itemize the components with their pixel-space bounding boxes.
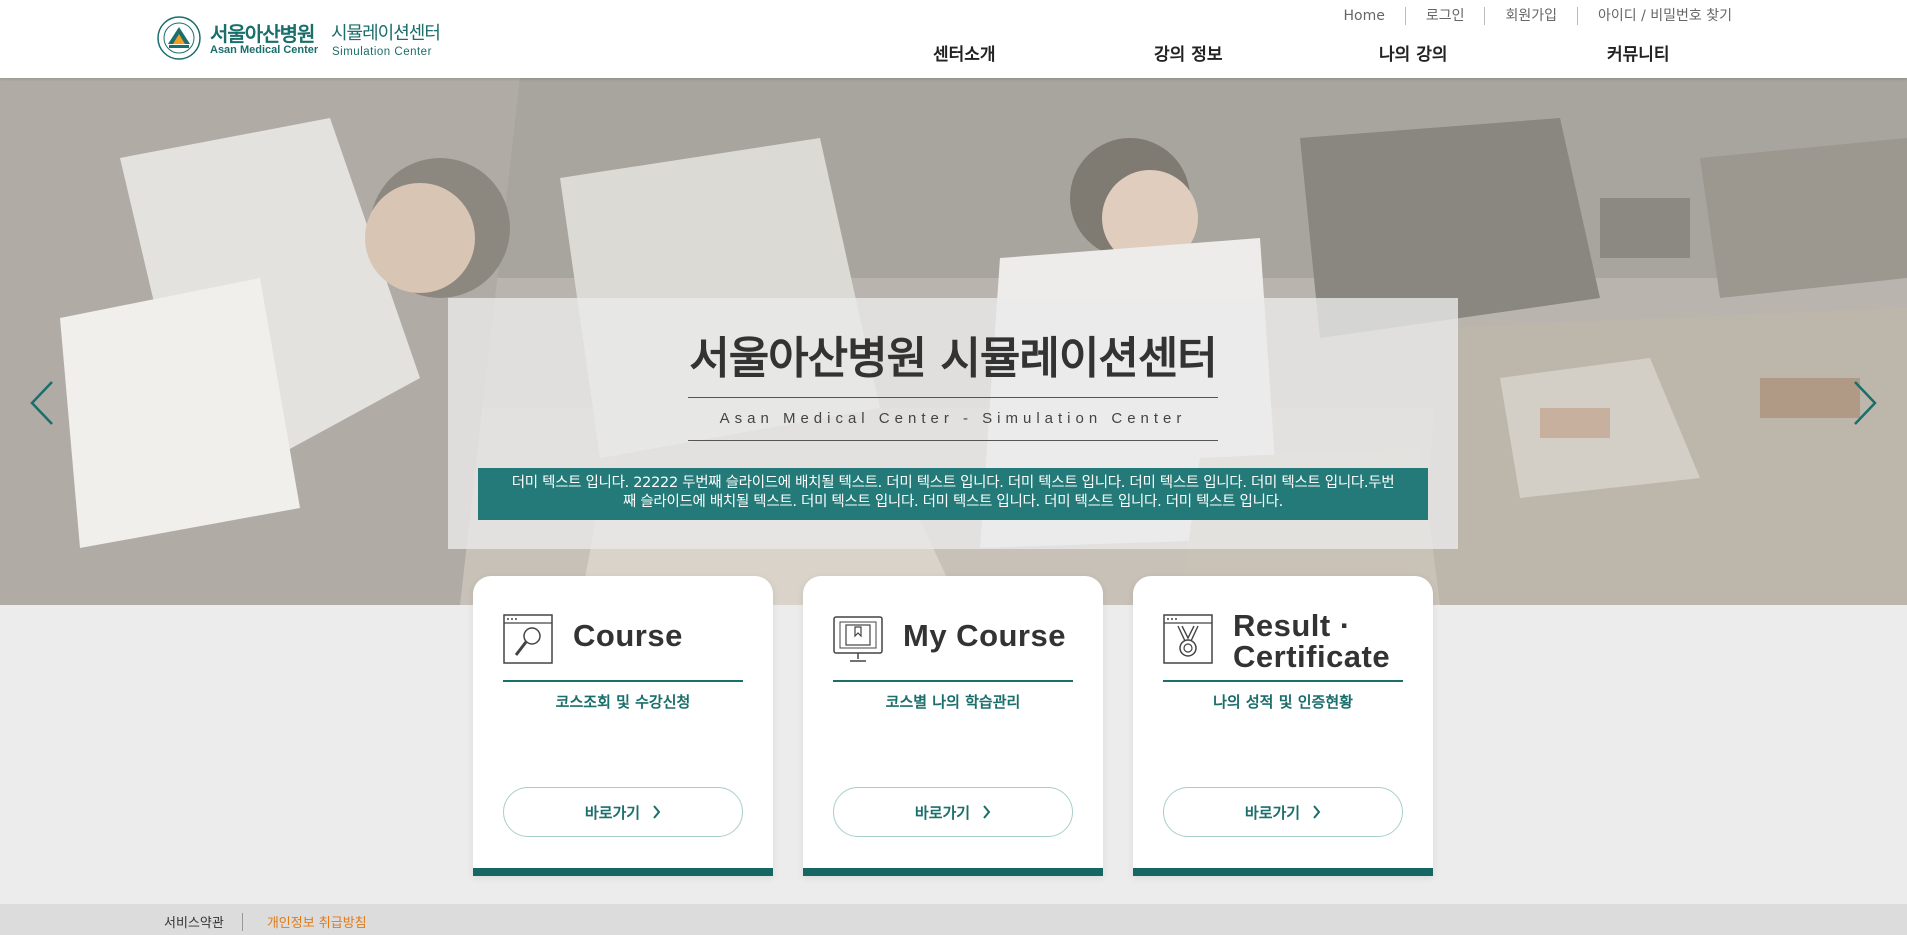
- nav-item-community[interactable]: 커뮤니티: [1607, 40, 1670, 65]
- slide-next-button[interactable]: [1849, 378, 1879, 428]
- chevron-right-icon: [1313, 805, 1321, 819]
- card-title-line: Certificate: [1233, 639, 1391, 674]
- card-subtitle: 나의 성적 및 인증현황: [1213, 693, 1353, 711]
- nav-item-my-course[interactable]: 나의 강의: [1379, 40, 1447, 65]
- magnifier-icon: [503, 614, 553, 664]
- hero-subtitle: Asan Medical Center - Simulation Center: [719, 410, 1187, 427]
- footer-links: 서비스약관 개인정보 취급방침: [164, 912, 367, 931]
- divider: [1163, 680, 1403, 682]
- medal-icon: [1163, 614, 1213, 664]
- button-label: 바로가기: [1244, 803, 1301, 822]
- privacy-policy-link[interactable]: 개인정보 취급방침: [243, 912, 367, 931]
- hospital-emblem-icon: [157, 16, 201, 60]
- divider: [688, 440, 1218, 441]
- monitor-bookmark-icon: [833, 616, 883, 662]
- divider: [833, 680, 1073, 682]
- card-accent-bar: [803, 868, 1103, 876]
- logo-center-ko: 시뮬레이션센터: [331, 23, 441, 44]
- site-footer: 서비스약관 개인정보 취급방침: [0, 904, 1907, 935]
- chevron-right-icon: [983, 805, 991, 819]
- logo-center-en: Simulation Center: [332, 46, 432, 58]
- go-result-button[interactable]: 바로가기: [1163, 787, 1403, 837]
- terms-link[interactable]: 서비스약관: [164, 912, 242, 931]
- utility-links: Home 로그인 회원가입 아이디 / 비밀번호 찾기: [1323, 6, 1732, 26]
- hero-description: 더미 텍스트 입니다. 22222 두번째 슬라이드에 배치될 텍스트. 더미 …: [478, 468, 1428, 520]
- card-course: Course 코스조회 및 수강신청 바로가기: [473, 576, 773, 876]
- site-logo[interactable]: 서울아산병원 Asan Medical Center 시뮬레이션센터 Simul…: [156, 16, 441, 60]
- card-accent-bar: [1133, 868, 1433, 876]
- button-label: 바로가기: [584, 803, 641, 822]
- hero-title: 서울아산병원 시뮬레이션센터: [689, 333, 1218, 384]
- login-link[interactable]: 로그인: [1406, 6, 1485, 26]
- card-title: Result · Certificate: [1233, 610, 1390, 672]
- divider: [503, 680, 743, 682]
- card-title: Course: [573, 618, 683, 653]
- hero-slider: 서울아산병원 시뮬레이션센터 Asan Medical Center - Sim…: [0, 78, 1907, 605]
- site-header: 서울아산병원 Asan Medical Center 시뮬레이션센터 Simul…: [0, 0, 1907, 78]
- logo-name-en: Asan Medical Center: [210, 44, 319, 56]
- card-result-certificate: Result · Certificate 나의 성적 및 인증현황 바로가기: [1133, 576, 1433, 876]
- go-course-button[interactable]: 바로가기: [503, 787, 743, 837]
- card-title-line: Result ·: [1233, 608, 1351, 643]
- card-accent-bar: [473, 868, 773, 876]
- nav-item-center-intro[interactable]: 센터소개: [933, 40, 996, 65]
- go-my-course-button[interactable]: 바로가기: [833, 787, 1073, 837]
- chevron-right-icon: [653, 805, 661, 819]
- main-nav: 센터소개 강의 정보 나의 강의 커뮤니티: [900, 40, 1800, 70]
- button-label: 바로가기: [914, 803, 971, 822]
- hero-caption: 서울아산병원 시뮬레이션센터 Asan Medical Center - Sim…: [448, 298, 1458, 549]
- card-title: My Course: [903, 618, 1066, 653]
- nav-item-course-info[interactable]: 강의 정보: [1154, 40, 1222, 65]
- signup-link[interactable]: 회원가입: [1485, 6, 1577, 26]
- card-subtitle: 코스별 나의 학습관리: [885, 693, 1021, 711]
- card-subtitle: 코스조회 및 수강신청: [555, 693, 691, 711]
- card-my-course: My Course 코스별 나의 학습관리 바로가기: [803, 576, 1103, 876]
- home-link[interactable]: Home: [1323, 6, 1404, 26]
- slide-prev-button[interactable]: [28, 378, 58, 428]
- divider: [688, 397, 1218, 398]
- find-account-link[interactable]: 아이디 / 비밀번호 찾기: [1578, 6, 1732, 26]
- logo-name-ko: 서울아산병원: [210, 22, 315, 46]
